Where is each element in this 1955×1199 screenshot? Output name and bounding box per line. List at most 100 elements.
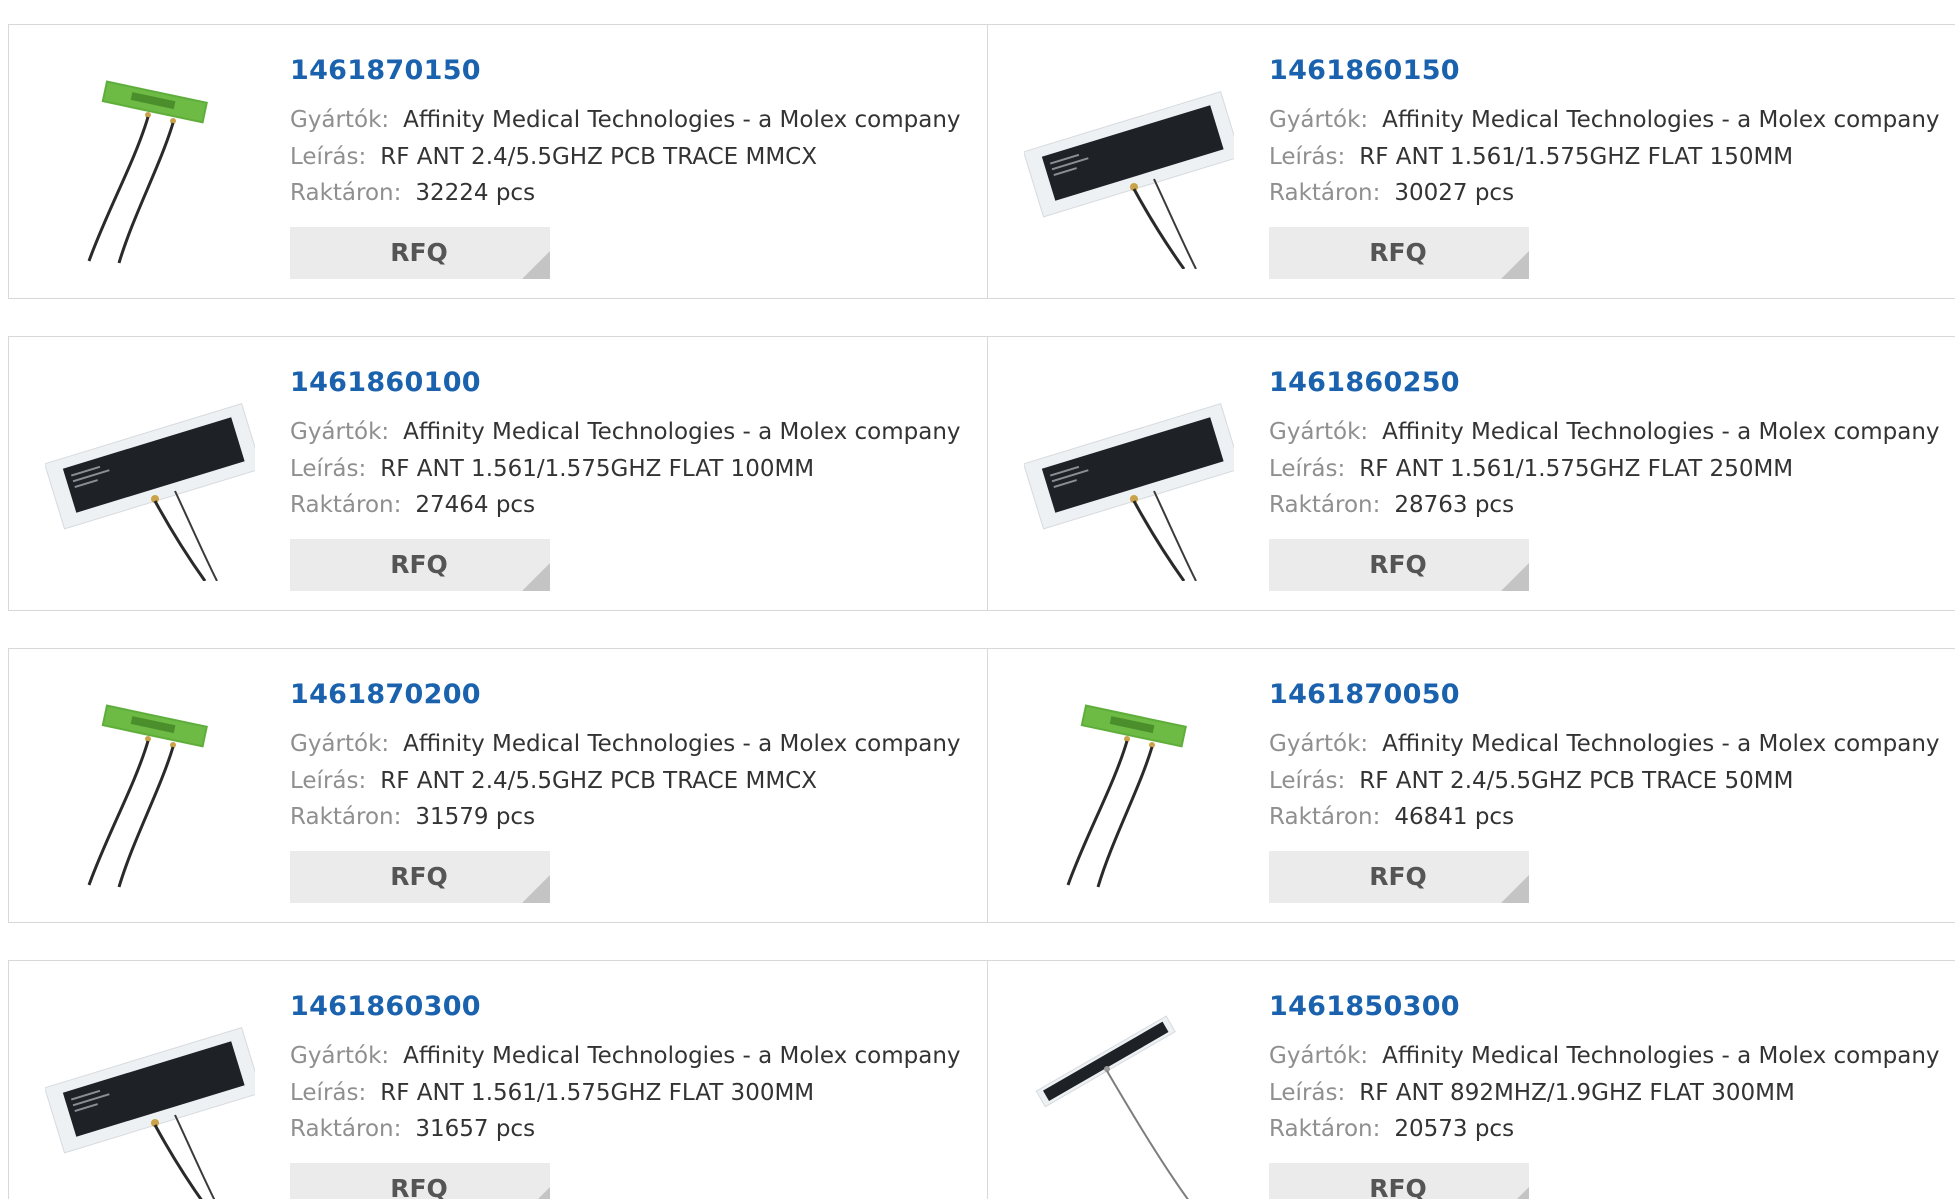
manufacturer-label: Gyártók: [1269, 1043, 1369, 1069]
stock-label: Raktáron: [1269, 180, 1381, 206]
corner-fold-decoration [1501, 1187, 1529, 1199]
rfq-button[interactable]: RFQ [290, 1163, 550, 1199]
manufacturer-label: Gyártók: [290, 107, 390, 133]
stock-line: Raktáron: 27464 pcs [290, 492, 535, 518]
flat-black-antenna-illustration [45, 1026, 255, 1199]
stock-line: Raktáron: 20573 pcs [1269, 1116, 1514, 1142]
description-value: RF ANT 2.4/5.5GHZ PCB TRACE 50MM [1359, 768, 1794, 794]
description-value: RF ANT 2.4/5.5GHZ PCB TRACE MMCX [380, 144, 817, 170]
rfq-button[interactable]: RFQ [1269, 227, 1529, 279]
stock-label: Raktáron: [1269, 492, 1381, 518]
manufacturer-label: Gyártók: [290, 419, 390, 445]
manufacturer-value: Affinity Medical Technologies - a Molex … [403, 1043, 961, 1069]
product-card: 1461860150 Gyártók: Affinity Medical Tech… [988, 25, 1955, 298]
manufacturer-label: Gyártók: [1269, 419, 1369, 445]
flat-black-antenna-illustration [1024, 90, 1234, 269]
rfq-button[interactable]: RFQ [290, 539, 550, 591]
rfq-button[interactable]: RFQ [1269, 851, 1529, 903]
manufacturer-line: Gyártók: Affinity Medical Technologies - … [290, 419, 961, 445]
manufacturer-line: Gyártók: Affinity Medical Technologies - … [290, 1043, 961, 1069]
product-image[interactable] [1024, 61, 1234, 269]
flat-black-antenna-illustration [45, 402, 255, 581]
description-line: Leírás: RF ANT 2.4/5.5GHZ PCB TRACE MMCX [290, 144, 817, 170]
part-number-link[interactable]: 1461860100 [290, 367, 481, 398]
stock-line: Raktáron: 46841 pcs [1269, 804, 1514, 830]
stock-value: 30027 pcs [1394, 180, 1515, 206]
description-line: Leírás: RF ANT 1.561/1.575GHZ FLAT 150MM [1269, 144, 1793, 170]
rfq-button[interactable]: RFQ [290, 851, 550, 903]
product-image[interactable] [45, 997, 255, 1199]
part-number-link[interactable]: 1461850300 [1269, 991, 1460, 1022]
product-row: 1461860300 Gyártók: Affinity Medical Tech… [8, 960, 1955, 1199]
rfq-button[interactable]: RFQ [1269, 1163, 1529, 1199]
rfq-button[interactable]: RFQ [290, 227, 550, 279]
corner-fold-decoration [522, 563, 550, 591]
part-number-link[interactable]: 1461870150 [290, 55, 481, 86]
flat-black-antenna-illustration [1024, 402, 1234, 581]
description-line: Leírás: RF ANT 2.4/5.5GHZ PCB TRACE MMCX [290, 768, 817, 794]
corner-fold-decoration [522, 875, 550, 903]
rfq-label: RFQ [1369, 1174, 1427, 1199]
part-number-link[interactable]: 1461860150 [1269, 55, 1460, 86]
rfq-label: RFQ [1369, 862, 1427, 891]
part-number-link[interactable]: 1461870200 [290, 679, 481, 710]
product-row: 1461870150 Gyártók: Affinity Medical Tech… [8, 24, 1955, 299]
stock-value: 46841 pcs [1394, 804, 1515, 830]
manufacturer-label: Gyártók: [1269, 731, 1369, 757]
description-value: RF ANT 1.561/1.575GHZ FLAT 300MM [380, 1080, 815, 1106]
manufacturer-line: Gyártók: Affinity Medical Technologies - … [1269, 107, 1940, 133]
product-card: 1461860250 Gyártók: Affinity Medical Tech… [988, 337, 1955, 610]
rfq-label: RFQ [1369, 238, 1427, 267]
description-label: Leírás: [290, 456, 367, 482]
part-number-link[interactable]: 1461860250 [1269, 367, 1460, 398]
green-pcb-antenna-illustration [87, 704, 208, 888]
manufacturer-value: Affinity Medical Technologies - a Molex … [403, 107, 961, 133]
product-row: 1461860100 Gyártók: Affinity Medical Tech… [8, 336, 1955, 611]
stock-value: 31579 pcs [415, 804, 536, 830]
description-label: Leírás: [290, 1080, 367, 1106]
manufacturer-value: Affinity Medical Technologies - a Molex … [1382, 419, 1940, 445]
product-card: 1461870050 Gyártók: Affinity Medical Tech… [988, 649, 1955, 922]
part-number-link[interactable]: 1461870050 [1269, 679, 1460, 710]
stock-line: Raktáron: 31579 pcs [290, 804, 535, 830]
description-value: RF ANT 1.561/1.575GHZ FLAT 100MM [380, 456, 815, 482]
product-image[interactable] [1024, 997, 1234, 1199]
product-image[interactable] [45, 373, 255, 581]
description-value: RF ANT 2.4/5.5GHZ PCB TRACE MMCX [380, 768, 817, 794]
product-image[interactable] [45, 685, 255, 893]
manufacturer-line: Gyártók: Affinity Medical Technologies - … [1269, 731, 1940, 757]
stock-label: Raktáron: [290, 804, 402, 830]
product-card: 1461850300 Gyártók: Affinity Medical Tech… [988, 961, 1955, 1199]
product-grid: 1461870150 Gyártók: Affinity Medical Tech… [0, 0, 1955, 1199]
part-number-link[interactable]: 1461860300 [290, 991, 481, 1022]
rfq-label: RFQ [390, 862, 448, 891]
product-image[interactable] [45, 61, 255, 269]
stock-line: Raktáron: 28763 pcs [1269, 492, 1514, 518]
stock-value: 27464 pcs [415, 492, 536, 518]
description-line: Leírás: RF ANT 1.561/1.575GHZ FLAT 100MM [290, 456, 814, 482]
corner-fold-decoration [1501, 563, 1529, 591]
stock-value: 28763 pcs [1394, 492, 1515, 518]
description-line: Leírás: RF ANT 1.561/1.575GHZ FLAT 300MM [290, 1080, 814, 1106]
product-image[interactable] [1024, 685, 1234, 893]
product-card: 1461870200 Gyártók: Affinity Medical Tech… [9, 649, 988, 922]
description-label: Leírás: [1269, 1080, 1346, 1106]
manufacturer-line: Gyártók: Affinity Medical Technologies - … [290, 731, 961, 757]
product-image[interactable] [1024, 373, 1234, 581]
manufacturer-label: Gyártók: [290, 731, 390, 757]
description-line: Leírás: RF ANT 892MHZ/1.9GHZ FLAT 300MM [1269, 1080, 1795, 1106]
corner-fold-decoration [1501, 875, 1529, 903]
narrow-flat-antenna-illustration [1035, 1015, 1189, 1199]
description-value: RF ANT 1.561/1.575GHZ FLAT 150MM [1359, 144, 1794, 170]
stock-label: Raktáron: [290, 180, 402, 206]
description-line: Leírás: RF ANT 2.4/5.5GHZ PCB TRACE 50MM [1269, 768, 1793, 794]
rfq-button[interactable]: RFQ [1269, 539, 1529, 591]
manufacturer-label: Gyártók: [290, 1043, 390, 1069]
corner-fold-decoration [1501, 251, 1529, 279]
product-card: 1461860100 Gyártók: Affinity Medical Tech… [9, 337, 988, 610]
rfq-label: RFQ [390, 1174, 448, 1199]
description-label: Leírás: [1269, 456, 1346, 482]
stock-line: Raktáron: 31657 pcs [290, 1116, 535, 1142]
product-row: 1461870200 Gyártók: Affinity Medical Tech… [8, 648, 1955, 923]
green-pcb-antenna-illustration [87, 80, 208, 264]
